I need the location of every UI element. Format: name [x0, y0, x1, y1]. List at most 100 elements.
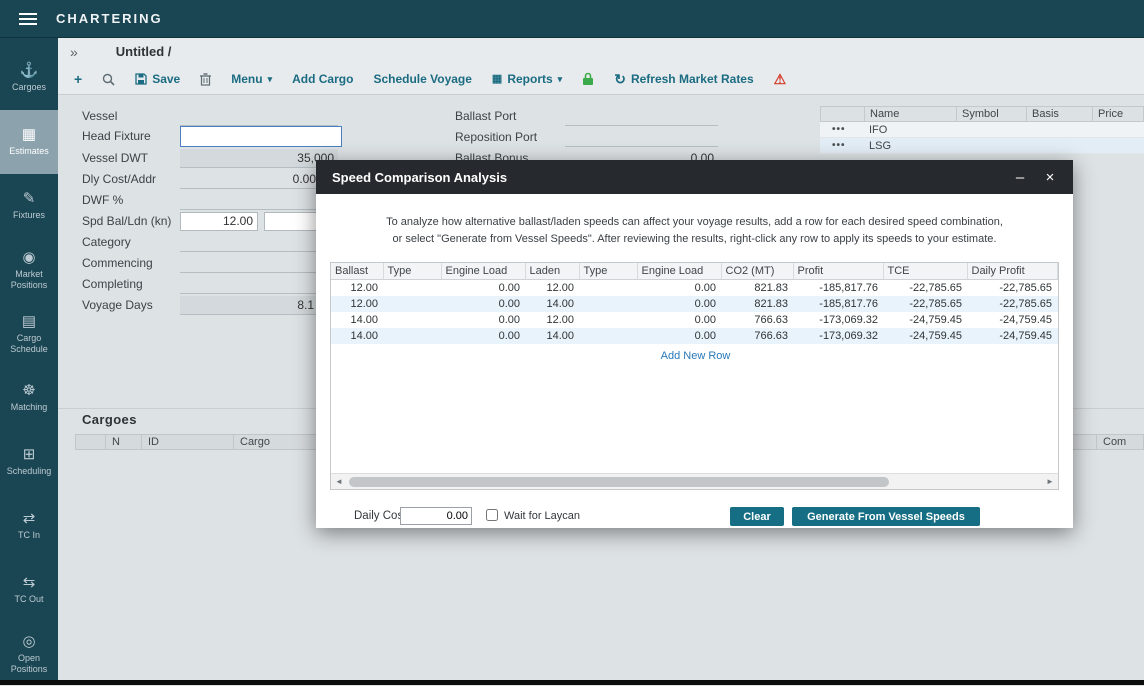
page-header: » Untitled / + Save Menu ▾ Add Cargo Sch… — [58, 38, 1144, 95]
sidebar-item-market-positions[interactable]: ◉ Market Positions — [0, 238, 58, 302]
schedule-voyage-button[interactable]: Schedule Voyage — [373, 72, 471, 86]
sidebar-item-scheduling[interactable]: ⊞ Scheduling — [0, 430, 58, 494]
sidebar-item-cargo-schedule[interactable]: ▤ Cargo Schedule — [0, 302, 58, 366]
minimize-icon[interactable]: – — [1005, 164, 1035, 190]
col-co2[interactable]: CO2 (MT) — [721, 263, 793, 280]
form-row-ballast-port: Ballast Port — [455, 106, 718, 126]
category-field[interactable] — [180, 233, 338, 252]
collapse-panel-icon[interactable]: » — [70, 44, 78, 60]
completing-label: Completing — [82, 277, 180, 291]
scheduling-icon: ⊞ — [23, 447, 36, 462]
sidebar-item-estimates[interactable]: ▦ Estimates — [0, 110, 58, 174]
col-engine-load-ballast[interactable]: Engine Load — [441, 263, 525, 280]
sidebar-item-tc-in[interactable]: ⇄ TC In — [0, 494, 58, 558]
lock-button[interactable] — [582, 72, 594, 86]
speed-row[interactable]: 14.000.0012.000.00766.63-173,069.32-24,7… — [331, 312, 1059, 328]
save-button[interactable]: Save — [135, 72, 180, 86]
col-laden[interactable]: Laden — [525, 263, 579, 280]
market-col-name[interactable]: Name — [865, 107, 957, 121]
speed-row[interactable]: 12.000.0014.000.00821.83-185,817.76-22,7… — [331, 296, 1059, 312]
col-bunker[interactable]: Bunker — [1057, 263, 1059, 280]
wait-for-laycan-label: Wait for Laycan — [504, 510, 580, 522]
scrollbar-thumb[interactable] — [349, 477, 889, 487]
delete-button[interactable] — [200, 73, 211, 86]
cargo-schedule-icon: ▤ — [22, 314, 36, 329]
add-cargo-button[interactable]: Add Cargo — [292, 72, 353, 86]
sidebar-item-label: Matching — [11, 402, 48, 413]
head-fixture-field[interactable] — [180, 126, 342, 147]
reposition-port-field[interactable] — [565, 128, 718, 147]
voyage-days-label: Voyage Days — [82, 298, 180, 312]
market-col-price[interactable]: Price — [1093, 107, 1143, 121]
sidebar-item-tc-out[interactable]: ⇆ TC Out — [0, 558, 58, 622]
add-new-row-link[interactable]: Add New Row — [331, 350, 1059, 362]
open-positions-icon: ◎ — [22, 634, 35, 649]
wait-for-laycan-checkbox[interactable] — [486, 509, 498, 521]
menu-label: Menu — [231, 72, 262, 86]
completing-field[interactable] — [180, 275, 338, 294]
vessel-field[interactable] — [180, 107, 338, 126]
clear-button[interactable]: Clear — [730, 507, 784, 526]
scroll-right-icon[interactable]: ► — [1042, 477, 1058, 486]
col-profit[interactable]: Profit — [793, 263, 883, 280]
scroll-left-icon[interactable]: ◄ — [331, 477, 347, 486]
speed-label: Spd Bal/Ldn (kn) — [82, 214, 180, 228]
modal-description-line2: or select "Generate from Vessel Speeds".… — [342, 231, 1047, 248]
fixtures-icon: ✎ — [23, 191, 36, 206]
warning-indicator[interactable]: ⚠ — [774, 71, 787, 88]
form-row-voyage-days: Voyage Days 8.1 — [82, 295, 338, 315]
sidebar-item-open-positions[interactable]: ◎ Open Positions — [0, 622, 58, 686]
sidebar-item-matching[interactable]: ☸ Matching — [0, 366, 58, 430]
app-title: CHARTERING — [56, 11, 163, 26]
sidebar-item-fixtures[interactable]: ✎ Fixtures — [0, 174, 58, 238]
sidebar-item-label: Open Positions — [2, 653, 56, 675]
sidebar-item-label: Market Positions — [2, 269, 56, 291]
form-row-vessel: Vessel — [82, 106, 338, 126]
close-icon[interactable]: × — [1035, 164, 1065, 190]
cargoes-col-com[interactable]: Com — [1097, 435, 1143, 449]
row-menu-icon[interactable]: ••• — [820, 140, 864, 151]
search-button[interactable] — [102, 73, 115, 86]
plus-icon: + — [74, 72, 82, 86]
add-cargo-label: Add Cargo — [292, 72, 353, 86]
schedule-voyage-label: Schedule Voyage — [373, 72, 471, 86]
col-ballast[interactable]: Ballast — [331, 263, 383, 280]
daily-cost-input[interactable] — [400, 507, 472, 525]
market-rates-header: Name Symbol Basis Price — [820, 106, 1144, 122]
sidebar-item-cargoes[interactable]: ⚓ Cargoes — [0, 46, 58, 110]
speed-row[interactable]: 12.000.0012.000.00821.83-185,817.76-22,7… — [331, 280, 1059, 296]
speed-row[interactable]: 14.000.0014.000.00766.63-173,069.32-24,7… — [331, 328, 1059, 344]
market-row-lsg[interactable]: ••• LSG — [820, 138, 1144, 154]
lock-icon — [582, 72, 594, 86]
row-menu-icon[interactable]: ••• — [820, 124, 864, 135]
refresh-market-rates-button[interactable]: ↻ Refresh Market Rates — [614, 71, 753, 88]
add-button[interactable]: + — [74, 72, 82, 86]
dly-cost-field[interactable]: 0.00 — [180, 170, 338, 189]
market-col-basis[interactable]: Basis — [1027, 107, 1093, 121]
speed-comparison-grid: Ballast Type Engine Load Laden Type Engi… — [330, 262, 1059, 490]
save-icon — [135, 73, 147, 85]
menu-dropdown[interactable]: Menu ▾ — [231, 72, 272, 86]
reports-dropdown[interactable]: ▦ Reports ▾ — [492, 72, 562, 86]
ballast-port-field[interactable] — [565, 107, 718, 126]
speed-ballast-field[interactable]: 12.00 — [180, 212, 258, 231]
col-engine-load-laden[interactable]: Engine Load — [637, 263, 721, 280]
market-col-symbol[interactable]: Symbol — [957, 107, 1027, 121]
generate-from-vessel-speeds-button[interactable]: Generate From Vessel Speeds — [792, 507, 980, 526]
cargoes-section-title: Cargoes — [82, 412, 137, 427]
commencing-field[interactable] — [180, 254, 338, 273]
hamburger-menu-icon[interactable] — [0, 18, 56, 20]
col-type-laden[interactable]: Type — [579, 263, 637, 280]
dwf-field[interactable] — [180, 191, 338, 210]
modal-header[interactable]: Speed Comparison Analysis – × — [316, 160, 1073, 194]
modal-description: To analyze how alternative ballast/laden… — [316, 194, 1073, 248]
cargoes-col-id[interactable]: ID — [142, 435, 234, 449]
cargoes-col-n[interactable]: N — [106, 435, 142, 449]
col-daily-profit[interactable]: Daily Profit — [967, 263, 1057, 280]
horizontal-scrollbar[interactable]: ◄ ► — [331, 473, 1058, 489]
daily-cost-label: Daily Cost — [354, 510, 406, 522]
col-type-ballast[interactable]: Type — [383, 263, 441, 280]
speed-comparison-modal: Speed Comparison Analysis – × To analyze… — [316, 160, 1073, 528]
market-row-ifo[interactable]: ••• IFO — [820, 122, 1144, 138]
col-tce[interactable]: TCE — [883, 263, 967, 280]
